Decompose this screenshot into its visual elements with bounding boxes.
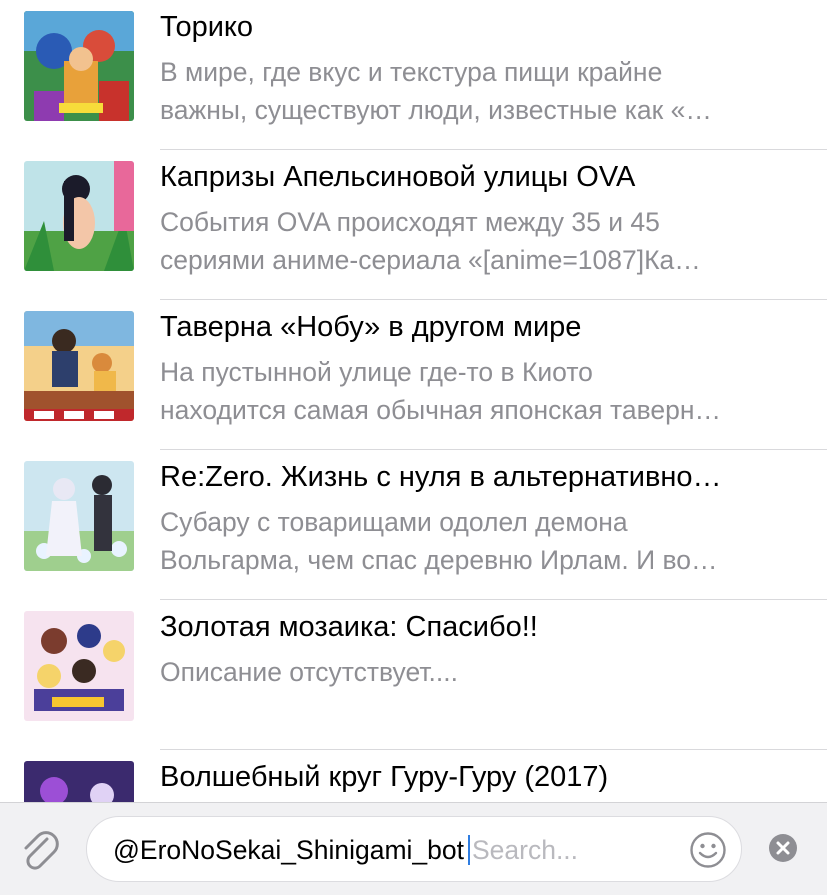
result-title: Капризы Апельсиновой улицы OVA: [160, 161, 636, 193]
result-item[interactable]: Re:Zero. Жизнь с нуля в альтернативно… С…: [0, 450, 827, 600]
toriko-poster-image: [24, 11, 134, 121]
result-description-line: находится самая обычная японская таверн…: [160, 395, 721, 425]
clear-circle-icon[interactable]: [767, 832, 799, 864]
result-item[interactable]: Торико В мире, где вкус и текстура пищи …: [0, 0, 827, 150]
result-item[interactable]: Волшебный круг Гуру-Гуру (2017): [0, 750, 827, 802]
inline-results-list: Торико В мире, где вкус и текстура пищи …: [0, 0, 827, 802]
result-thumbnail: [24, 11, 134, 121]
paperclip-icon[interactable]: [14, 825, 66, 877]
result-thumbnail: [24, 611, 134, 721]
result-thumbnail: [24, 311, 134, 421]
rezero-poster-image: [24, 461, 134, 571]
guru-guru-poster-image: [24, 761, 134, 802]
result-title: Волшебный круг Гуру-Гуру (2017): [160, 761, 609, 793]
result-description-line: важны, существуют люди, известные как «…: [160, 95, 712, 125]
result-description-line: В мире, где вкус и текстура пищи крайне: [160, 57, 663, 87]
result-item[interactable]: Золотая мозаика: Спасибо!! Описание отсу…: [0, 600, 827, 750]
isekai-izakaya-poster-image: [24, 311, 134, 421]
inline-bot-username: @EroNoSekai_Shinigami_bot: [113, 835, 464, 865]
result-thumbnail: [24, 461, 134, 571]
inline-query-input-bar: @EroNoSekai_Shinigami_bot Search...: [0, 802, 827, 895]
result-description: Описание отсутствует....: [160, 653, 805, 691]
result-thumbnail: [24, 161, 134, 271]
kimagure-orange-road-poster-image: [24, 161, 134, 271]
input-content: @EroNoSekai_Shinigami_bot Search...: [113, 833, 578, 867]
search-placeholder: Search...: [471, 835, 579, 865]
message-input[interactable]: @EroNoSekai_Shinigami_bot Search...: [86, 816, 742, 882]
result-description-line: сериями аниме-сериала «[anime=1087]Ка…: [160, 245, 701, 275]
kiniro-mosaic-poster-image: [24, 611, 134, 721]
smiley-icon[interactable]: [689, 831, 727, 869]
result-item[interactable]: Таверна «Нобу» в другом мире На пустынно…: [0, 300, 827, 450]
result-description-line: Описание отсутствует....: [160, 657, 458, 687]
result-description: В мире, где вкус и текстура пищи крайне …: [160, 53, 805, 129]
result-description-line: Вольгарма, чем спас деревню Ирлам. И во…: [160, 545, 718, 575]
result-title: Re:Zero. Жизнь с нуля в альтернативно…: [160, 461, 722, 493]
result-title: Золотая мозаика: Спасибо!!: [160, 611, 538, 643]
result-description-line: На пустынной улице где-то в Киото: [160, 357, 593, 387]
result-description: События OVA происходят между 35 и 45 сер…: [160, 203, 805, 279]
result-description-line: События OVA происходят между 35 и 45: [160, 207, 660, 237]
result-description-line: Субару с товарищами одолел демона: [160, 507, 628, 537]
result-thumbnail: [24, 761, 134, 802]
result-item[interactable]: Капризы Апельсиновой улицы OVA События O…: [0, 150, 827, 300]
text-cursor: [467, 835, 470, 865]
result-description: На пустынной улице где-то в Киото находи…: [160, 353, 805, 429]
result-title: Таверна «Нобу» в другом мире: [160, 311, 582, 343]
result-description: Субару с товарищами одолел демона Вольга…: [160, 503, 805, 579]
result-title: Торико: [160, 11, 254, 43]
